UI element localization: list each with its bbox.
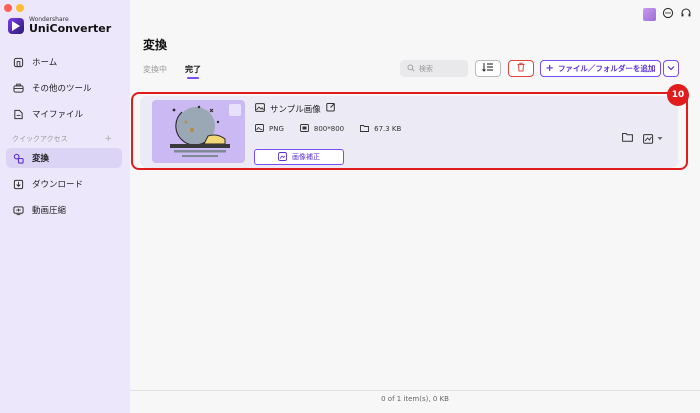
quick-access-section: クイックアクセス + [12,134,112,144]
search-placeholder: 検索 [419,64,433,73]
highlight-box [131,92,688,170]
tab-bar: 変換中 完了 [143,64,201,79]
sidebar-item-my-files[interactable]: マイファイル [6,104,122,124]
sidebar-item-compress[interactable]: 動画圧縮 [6,200,122,220]
compress-icon [12,204,24,216]
add-files-dropdown[interactable] [663,60,679,77]
status-summary: 0 of 1 item(s), 0 KB [381,395,449,403]
convert-icon [12,152,24,164]
add-files-button[interactable]: + ファイル／フォルダーを追加 [540,60,661,77]
window-controls [4,4,24,12]
sidebar-item-download[interactable]: ダウンロード [6,174,122,194]
sort-button[interactable] [475,60,501,77]
home-icon [12,56,24,68]
download-icon [12,178,24,190]
main-panel: 変換 変換中 完了 検索 + ファイル／フォルダーを追加 [130,0,700,413]
sidebar: Wondershare UniConverter ホーム その他のツール マイフ… [0,0,130,413]
sidebar-item-label: 変換 [32,154,50,164]
trash-icon [516,62,526,75]
sidebar-item-label: その他のツール [32,84,92,94]
brand: Wondershare UniConverter [8,16,111,35]
file-icon [12,108,24,120]
minimize-window-button[interactable] [16,4,24,12]
toolbox-icon [12,82,24,94]
search-input[interactable]: 検索 [400,60,468,77]
chevron-down-icon [667,64,675,74]
feedback-icon[interactable] [662,7,674,22]
app-window: Wondershare UniConverter ホーム その他のツール マイフ… [0,0,700,413]
delete-all-button[interactable] [508,60,534,77]
sidebar-item-home[interactable]: ホーム [6,52,122,72]
headset-support-icon[interactable] [680,7,692,22]
tab-converting[interactable]: 変換中 [143,64,167,75]
sidebar-item-label: ダウンロード [32,180,84,190]
close-window-button[interactable] [4,4,12,12]
sidebar-item-label: 動画圧縮 [32,206,67,216]
plus-icon: + [545,62,554,74]
page-title: 変換 [143,38,168,52]
search-icon [407,64,415,74]
sidebar-item-label: マイファイル [32,110,84,120]
step-number-badge: 10 [667,84,689,106]
tab-completed[interactable]: 完了 [185,64,201,79]
sidebar-item-label: ホーム [32,58,58,68]
add-quick-access-button[interactable]: + [104,134,112,144]
avatar[interactable] [643,8,656,21]
footer-divider [130,390,700,391]
top-right-actions [643,7,692,22]
sort-list-icon [482,62,494,75]
sidebar-item-convert[interactable]: 変換 [6,148,122,168]
add-files-label: ファイル／フォルダーを追加 [557,64,656,73]
brand-name: UniConverter [29,22,112,35]
section-title: クイックアクセス [12,135,68,143]
sidebar-item-other-tools[interactable]: その他のツール [6,78,122,98]
app-logo-icon [8,17,24,34]
